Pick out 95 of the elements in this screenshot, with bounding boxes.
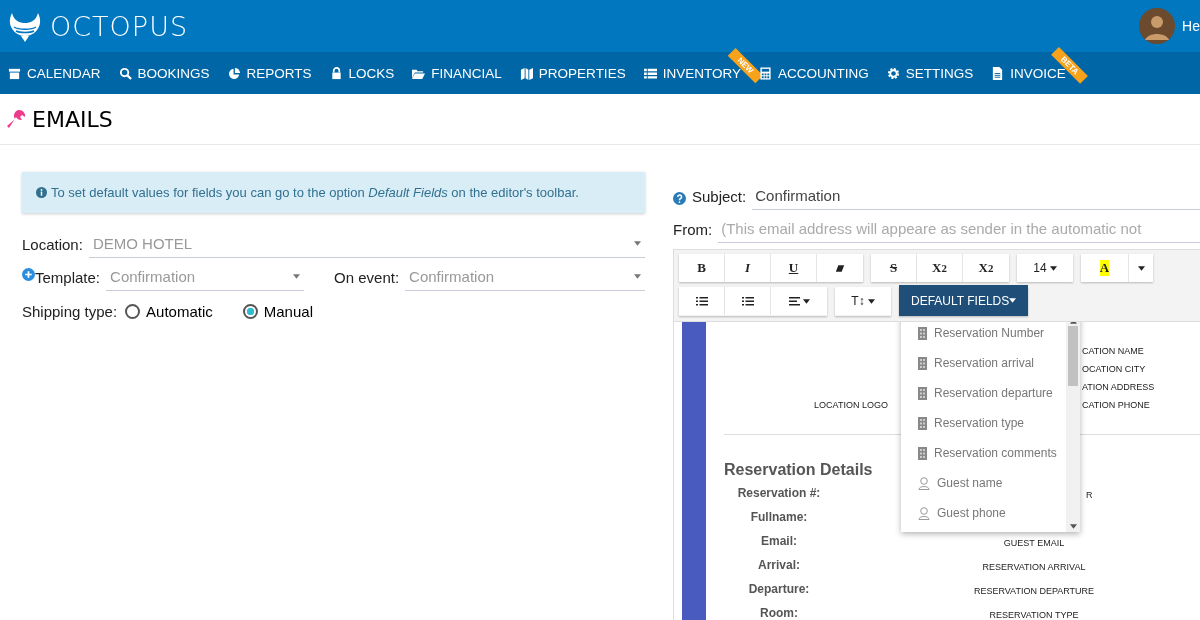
template-label: Template:	[35, 269, 101, 288]
menu-item[interactable]: Guest name	[901, 468, 1066, 498]
building-icon	[918, 386, 927, 400]
scrollbar[interactable]	[1066, 322, 1080, 532]
eraser-icon	[835, 263, 845, 273]
logo-text: LOCATION LOGO	[814, 400, 888, 410]
building-icon	[918, 356, 927, 370]
field-value: RESERVATION ARRIVAL	[982, 562, 1086, 572]
field-label: Email:	[760, 533, 798, 549]
caret-icon	[1137, 265, 1145, 271]
highlight-button[interactable]: A	[1081, 254, 1129, 282]
location-field: CATION PHONE	[1082, 399, 1155, 411]
building-icon	[918, 446, 927, 460]
from-label: From:	[673, 221, 713, 240]
radio-label[interactable]: Manual	[263, 303, 313, 320]
menu-item[interactable]: Guest phone	[901, 498, 1066, 528]
shipping-label: Shipping type:	[22, 303, 118, 320]
dropdown-button[interactable]: 14	[1017, 254, 1073, 282]
caret-icon	[634, 241, 641, 246]
event-label: On event:	[334, 269, 400, 288]
field-label: Reservation #:	[736, 485, 822, 501]
format-button[interactable]: S	[871, 254, 917, 282]
menu-item[interactable]: Reservation arrival	[901, 348, 1066, 378]
lock-icon	[329, 66, 343, 80]
map-icon	[519, 66, 533, 80]
location-label: Location:	[22, 236, 83, 255]
number-list-button[interactable]	[725, 287, 771, 315]
gear-icon	[886, 66, 900, 80]
calendar-icon	[8, 66, 21, 80]
info-text: To set default values for fields you can go to the option Default Fields on the editor's toolbar.	[51, 185, 579, 200]
field-value: RESERVATION DEPARTURE	[973, 586, 1095, 596]
user-name[interactable]: He	[1182, 18, 1200, 34]
subject-field[interactable]: Confirmation	[752, 187, 1200, 210]
field-value: RESERVATION TYPE	[989, 610, 1079, 620]
caret-icon	[1009, 298, 1017, 303]
pie-icon	[227, 66, 241, 80]
menu-item[interactable]: Reservation Number	[901, 322, 1066, 348]
add-icon[interactable]	[22, 268, 35, 281]
list-icon	[741, 296, 754, 306]
eraser-button[interactable]	[817, 254, 863, 282]
bullet-list-button[interactable]	[679, 287, 725, 315]
default-fields-button[interactable]: DEFAULT FIELDS	[899, 285, 1029, 316]
radio-label[interactable]: Automatic	[146, 303, 213, 320]
nav-link[interactable]: BOOKINGS	[118, 65, 210, 81]
caret-icon	[1049, 265, 1057, 271]
menu-item[interactable]: Reservation type	[901, 408, 1066, 438]
caret-icon	[634, 274, 641, 279]
brand-name: OCTOPUS	[50, 10, 189, 42]
help-icon[interactable]	[673, 192, 686, 205]
building-icon	[918, 416, 927, 430]
section-heading: Reservation Details	[724, 461, 874, 479]
dropdown-button[interactable]: T↕	[835, 287, 891, 315]
nav-link[interactable]: CALENDAR	[8, 65, 101, 81]
radio-button[interactable]	[242, 304, 258, 319]
caret-icon	[867, 298, 875, 304]
from-field[interactable]: (This email address will appeare as sender in the automatic not	[718, 220, 1200, 243]
location-field: ATION ADDRESS	[1082, 381, 1155, 393]
field-value: GUEST EMAIL	[1003, 538, 1065, 548]
radio-button[interactable]	[125, 304, 141, 319]
format-button[interactable]: I	[725, 254, 771, 282]
file-icon	[991, 66, 1005, 80]
search-icon	[118, 66, 132, 80]
page-title: EMAILS	[32, 106, 113, 132]
scroll-down-icon[interactable]	[1069, 524, 1077, 529]
format-button[interactable]: U	[771, 254, 817, 282]
nav-link[interactable]: REPORTS	[227, 65, 312, 81]
building-icon	[918, 326, 927, 340]
avatar-icon[interactable]	[1139, 8, 1176, 44]
menu-item[interactable]: Reservation departure	[901, 378, 1066, 408]
caret-button[interactable]	[1129, 254, 1153, 282]
nav-link[interactable]: SETTINGS	[886, 65, 974, 81]
calculator-icon	[758, 66, 772, 80]
list-icon	[643, 66, 657, 80]
field-label: Fullname:	[749, 509, 809, 525]
scroll-thumb[interactable]	[1068, 326, 1078, 386]
nav-link[interactable]: PROPERTIES	[519, 65, 626, 81]
nav-link[interactable]: LOCKS	[329, 65, 395, 81]
person-icon	[918, 506, 930, 520]
field-value: R	[1086, 490, 1093, 500]
field-label: Arrival:	[757, 557, 801, 573]
align-icon	[788, 296, 800, 306]
nav-link[interactable]: FINANCIAL	[412, 65, 502, 81]
person-icon	[918, 476, 930, 490]
align-button[interactable]	[771, 287, 827, 315]
caret-icon	[293, 274, 301, 279]
field-label: Room:	[759, 605, 799, 620]
field-label: Departure:	[747, 581, 811, 597]
location-field: CATION NAME	[1082, 345, 1155, 357]
list-icon	[695, 296, 708, 306]
location-field: OCATION CITY	[1082, 363, 1155, 375]
caret-icon	[802, 298, 810, 304]
menu-item[interactable]: Reservation comments	[901, 438, 1066, 468]
subject-label: Subject:	[692, 188, 747, 207]
format-button[interactable]: B	[679, 254, 725, 282]
info-icon	[36, 187, 47, 198]
